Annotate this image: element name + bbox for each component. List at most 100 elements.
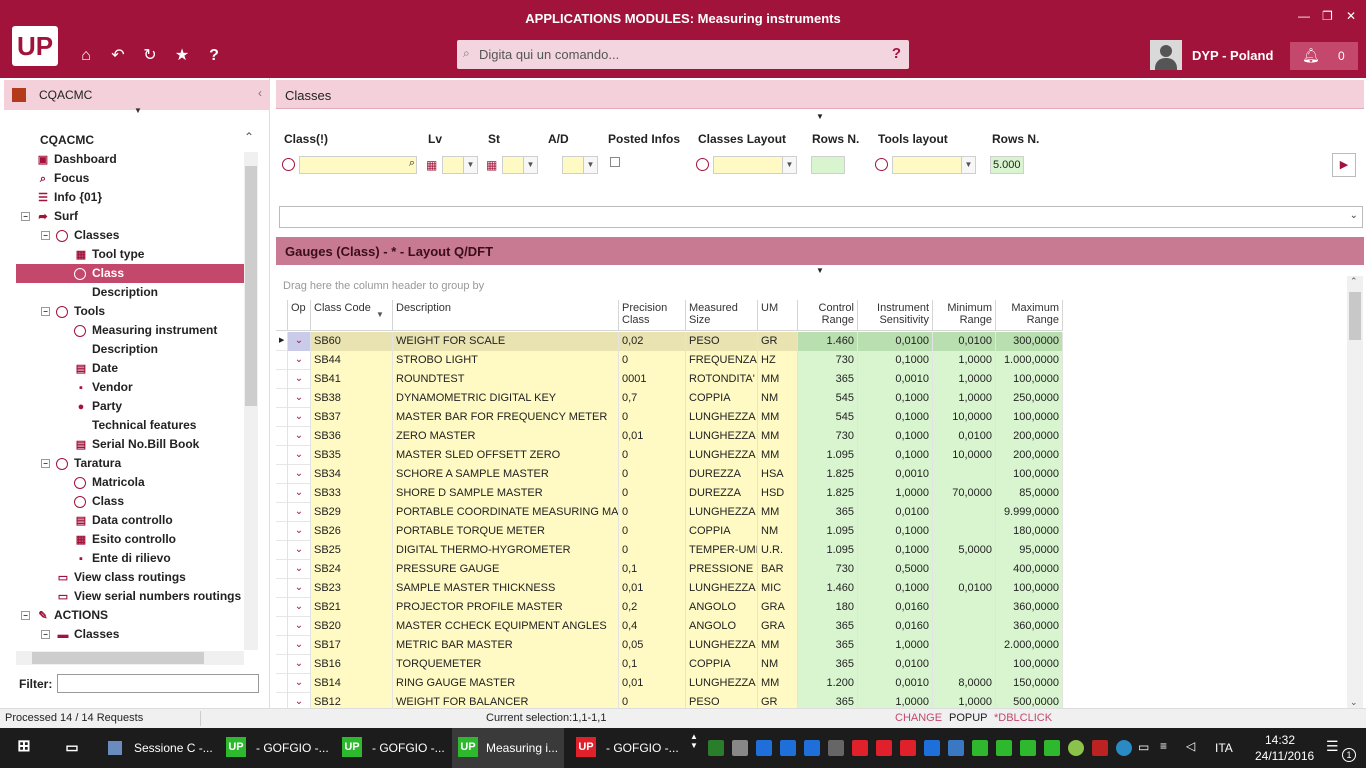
tree-item[interactable]: Measuring instrument xyxy=(16,321,244,340)
table-row[interactable]: ⌄ SB35 MASTER SLED OFFSETT ZERO 0 LUNGHEZZA M… xyxy=(276,446,1063,465)
table-cell[interactable]: SB17 xyxy=(311,636,393,655)
table-cell[interactable]: 730 xyxy=(798,427,858,446)
table-cell[interactable]: SB21 xyxy=(311,598,393,617)
table-cell[interactable]: 0,1 xyxy=(619,560,686,579)
table-row[interactable]: ⌄ SB20 MASTER CCHECK EQUIPMENT ANGLES 0,4 AN… xyxy=(276,617,1063,636)
table-cell[interactable]: 180 xyxy=(798,598,858,617)
table-cell[interactable]: PORTABLE TORQUE METER xyxy=(393,522,619,541)
column-header[interactable]: Op xyxy=(288,300,311,331)
table-cell[interactable]: 1.825 xyxy=(798,484,858,503)
table-cell[interactable]: RING GAUGE MASTER xyxy=(393,674,619,693)
table-cell[interactable]: SB26 xyxy=(311,522,393,541)
table-cell[interactable]: 365 xyxy=(798,655,858,674)
table-cell[interactable]: DUREZZA xyxy=(686,465,758,484)
table-cell[interactable]: MM xyxy=(758,636,798,655)
tray-shield-icon[interactable] xyxy=(828,740,844,756)
command-help-icon[interactable]: ? xyxy=(892,45,901,62)
row-options-icon[interactable]: ⌄ xyxy=(288,332,311,351)
column-header[interactable]: Measured Size xyxy=(686,300,758,331)
table-cell[interactable]: 5,0000 xyxy=(933,541,996,560)
table-cell[interactable]: 0,1000 xyxy=(858,408,933,427)
table-cell[interactable]: 545 xyxy=(798,389,858,408)
table-cell[interactable]: 730 xyxy=(798,560,858,579)
column-header[interactable]: Minimum Range xyxy=(933,300,996,331)
table-row[interactable]: ⌄ SB33 SHORE D SAMPLE MASTER 0 DUREZZA HSD 1.8… xyxy=(276,484,1063,503)
volume-icon[interactable]: ◁ xyxy=(1186,739,1195,753)
minimize-icon[interactable]: — xyxy=(1298,9,1310,23)
table-row[interactable]: ⌄ SB16 TORQUEMETER 0,1 COPPIA NM 365 0,0100 100,… xyxy=(276,655,1063,674)
table-cell[interactable]: 1,0000 xyxy=(858,636,933,655)
table-cell[interactable]: MM xyxy=(758,674,798,693)
table-cell[interactable]: SB23 xyxy=(311,579,393,598)
tray-up-green-icon[interactable] xyxy=(972,740,988,756)
table-cell[interactable]: 1,0000 xyxy=(933,351,996,370)
table-cell[interactable]: 365 xyxy=(798,617,858,636)
rows2-input[interactable]: 5.000 xyxy=(990,156,1024,174)
table-cell[interactable]: DIGITAL THERMO-HYGROMETER xyxy=(393,541,619,560)
table-cell[interactable]: 0,0100 xyxy=(858,503,933,522)
tree-item[interactable]: ▪ Ente di rilievo xyxy=(16,549,244,568)
tray-up-blue-icon[interactable] xyxy=(780,740,796,756)
table-cell[interactable]: NM xyxy=(758,389,798,408)
table-cell[interactable]: 8,0000 xyxy=(933,674,996,693)
table-cell[interactable]: MASTER BAR FOR FREQUENCY METER xyxy=(393,408,619,427)
column-header[interactable]: Instrument Sensitivity xyxy=(858,300,933,331)
home-icon[interactable]: ⌂ xyxy=(76,46,96,66)
table-row[interactable]: ⌄ SB21 PROJECTOR PROFILE MASTER 0,2 ANGOLO GR… xyxy=(276,598,1063,617)
row-options-icon[interactable]: ⌄ xyxy=(288,560,311,579)
tree-item[interactable]: Class xyxy=(16,264,244,283)
task-sessione[interactable]: Sessione C -... xyxy=(102,728,214,768)
table-cell[interactable]: METRIC BAR MASTER xyxy=(393,636,619,655)
table-cell[interactable]: LUNGHEZZA xyxy=(686,636,758,655)
row-options-icon[interactable]: ⌄ xyxy=(288,636,311,655)
table-cell[interactable] xyxy=(933,522,996,541)
table-cell[interactable]: SB14 xyxy=(311,674,393,693)
lv-grid-icon[interactable]: ▦ xyxy=(426,158,437,172)
table-cell[interactable]: SB20 xyxy=(311,617,393,636)
row-options-icon[interactable]: ⌄ xyxy=(288,674,311,693)
table-cell[interactable]: LUNGHEZZA xyxy=(686,503,758,522)
tree-item[interactable]: ▭ View class routings xyxy=(16,568,244,587)
table-cell[interactable]: 300,0000 xyxy=(996,332,1063,351)
run-button[interactable]: ▶ xyxy=(1332,153,1356,177)
tree-item[interactable]: Description xyxy=(16,340,244,359)
table-cell[interactable]: 0 xyxy=(619,522,686,541)
table-row[interactable]: ⌄ SB37 MASTER BAR FOR FREQUENCY METER 0 LUNG… xyxy=(276,408,1063,427)
table-cell[interactable]: GRA xyxy=(758,617,798,636)
table-cell[interactable]: 0,0160 xyxy=(858,617,933,636)
table-cell[interactable]: MM xyxy=(758,370,798,389)
up-logo[interactable]: UP xyxy=(12,26,58,66)
row-options-icon[interactable]: ⌄ xyxy=(288,541,311,560)
classes-layout-radio[interactable] xyxy=(696,158,709,171)
table-cell[interactable]: 0,0100 xyxy=(933,579,996,598)
table-cell[interactable]: HSA xyxy=(758,465,798,484)
table-cell[interactable]: 0,2 xyxy=(619,598,686,617)
table-cell[interactable]: 0,1000 xyxy=(858,541,933,560)
table-cell[interactable]: BAR xyxy=(758,560,798,579)
table-cell[interactable]: 10,0000 xyxy=(933,408,996,427)
table-cell[interactable]: 0001 xyxy=(619,370,686,389)
table-cell[interactable]: 365 xyxy=(798,636,858,655)
table-cell[interactable]: 0,01 xyxy=(619,579,686,598)
table-cell[interactable] xyxy=(933,465,996,484)
table-cell[interactable]: GRA xyxy=(758,598,798,617)
table-cell[interactable]: 365 xyxy=(798,370,858,389)
table-cell[interactable]: HSD xyxy=(758,484,798,503)
table-cell[interactable]: SAMPLE MASTER THICKNESS xyxy=(393,579,619,598)
table-cell[interactable]: SB29 xyxy=(311,503,393,522)
table-cell[interactable]: STROBO LIGHT xyxy=(393,351,619,370)
table-cell[interactable]: 1.825 xyxy=(798,465,858,484)
table-cell[interactable]: 730 xyxy=(798,351,858,370)
tools-layout-select[interactable]: ▼ xyxy=(892,156,976,174)
table-cell[interactable]: 0 xyxy=(619,503,686,522)
table-cell[interactable]: 500,0000 xyxy=(996,693,1063,708)
tree-item[interactable]: − ✎ ACTIONS xyxy=(16,606,244,625)
table-cell[interactable]: COPPIA xyxy=(686,522,758,541)
tree-item[interactable]: ▪ Vendor xyxy=(16,378,244,397)
table-cell[interactable]: 365 xyxy=(798,693,858,708)
tree-item[interactable]: ▤ Data controllo xyxy=(16,511,244,530)
tray-up-red-icon[interactable] xyxy=(876,740,892,756)
table-cell[interactable]: 0,0100 xyxy=(933,427,996,446)
table-cell[interactable]: 9.999,0000 xyxy=(996,503,1063,522)
table-cell[interactable]: NM xyxy=(758,655,798,674)
